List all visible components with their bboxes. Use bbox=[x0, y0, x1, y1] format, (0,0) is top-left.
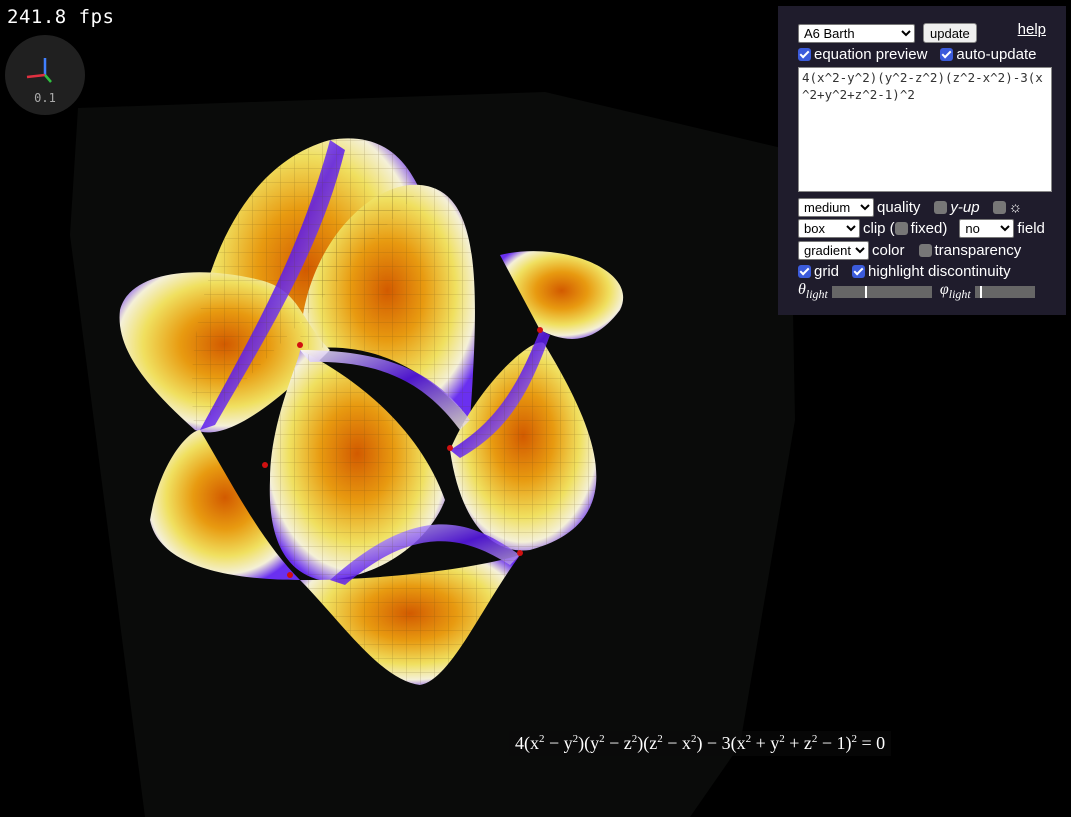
equation-preview-label: equation preview bbox=[814, 46, 928, 63]
highlight-discontinuity-checkbox[interactable] bbox=[852, 265, 866, 278]
axes-gizmo[interactable]: 0.1 bbox=[5, 35, 85, 115]
equation-preview-checkbox[interactable] bbox=[798, 48, 811, 61]
auto-update-checkbox[interactable] bbox=[940, 48, 954, 61]
quality-label: quality bbox=[877, 199, 921, 216]
fps-counter: 241.8 fps bbox=[7, 6, 115, 28]
preset-select[interactable]: A6 Barth bbox=[798, 23, 915, 43]
help-link[interactable]: help bbox=[1018, 21, 1046, 38]
color-label: color bbox=[872, 242, 905, 259]
theta-light-slider[interactable] bbox=[831, 285, 932, 298]
y-up-checkbox[interactable] bbox=[934, 201, 948, 214]
phi-light-label: φlight bbox=[939, 281, 971, 302]
fixed-checkbox[interactable] bbox=[894, 222, 908, 235]
gizmo-scale: 0.1 bbox=[34, 91, 56, 105]
update-button[interactable]: update bbox=[923, 23, 977, 43]
grid-checkbox[interactable] bbox=[798, 265, 811, 278]
quality-select[interactable]: medium bbox=[798, 198, 874, 217]
color-select[interactable]: gradient bbox=[798, 241, 869, 260]
light-checkbox[interactable] bbox=[992, 201, 1006, 214]
z-axis-icon bbox=[44, 74, 52, 83]
transparency-label: transparency bbox=[934, 242, 1022, 259]
sun-icon: ☼ bbox=[1008, 199, 1023, 216]
control-panel: A6 Barth update help equation preview au… bbox=[778, 6, 1066, 315]
transparency-checkbox[interactable] bbox=[918, 244, 932, 257]
field-label: field bbox=[1017, 220, 1045, 237]
theta-light-label: θlight bbox=[798, 281, 828, 302]
x-axis-icon bbox=[26, 73, 46, 79]
clip-select[interactable]: box bbox=[798, 219, 860, 238]
clip-label: clip ( bbox=[863, 220, 895, 237]
auto-update-label: auto-update bbox=[956, 46, 1037, 63]
phi-slider-thumb[interactable] bbox=[979, 285, 982, 298]
theta-slider-thumb[interactable] bbox=[864, 285, 867, 298]
grid-label: grid bbox=[814, 263, 840, 280]
equation-input[interactable]: 4(x^2-y^2)(y^2-z^2)(z^2-x^2)-3(x^2+y^2+z… bbox=[798, 67, 1052, 192]
phi-light-slider[interactable] bbox=[974, 285, 1035, 298]
y-up-label: y-up bbox=[950, 199, 980, 216]
fixed-label: fixed) bbox=[910, 220, 948, 237]
highlight-discontinuity-label: highlight discontinuity bbox=[868, 263, 1011, 280]
rendered-equation: 4(x2 − y2)(y2 − z2)(z2 − x2) − 3(x2 + y2… bbox=[509, 731, 892, 756]
field-select[interactable]: no bbox=[959, 219, 1015, 238]
